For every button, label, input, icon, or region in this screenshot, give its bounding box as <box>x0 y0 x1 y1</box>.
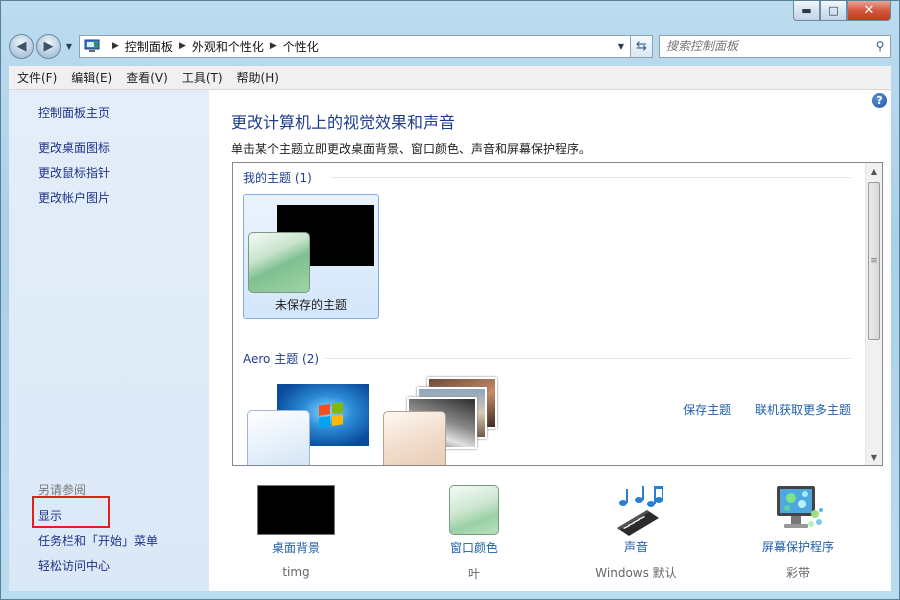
window-color-link[interactable]: 窗口颜色 <box>399 539 549 556</box>
sidebar-item-mouse-pointers[interactable]: 更改鼠标指针 <box>38 164 110 181</box>
sounds-link[interactable]: 声音 <box>561 538 711 555</box>
forward-button[interactable]: ▶ <box>36 33 61 59</box>
windows-logo-icon <box>319 402 343 428</box>
theme-settings-bar: 桌面背景 timg 窗口颜色 叶 声音 Windows 默认 屏幕保护程序 彩带 <box>231 480 881 582</box>
menu-view[interactable]: 查看(V) <box>126 69 168 86</box>
maximize-button[interactable]: □ <box>820 1 847 21</box>
sidebar-item-desktop-icons[interactable]: 更改桌面图标 <box>38 139 110 156</box>
window-color-setting[interactable]: 窗口颜色 叶 <box>399 485 549 582</box>
theme-tile-landscapes[interactable] <box>383 377 509 465</box>
theme-label-unsaved: 未保存的主题 <box>274 298 347 312</box>
forward-arrow-icon: ▶ <box>43 38 54 54</box>
page-subtitle: 单击某个主题立即更改桌面背景、窗口颜色、声音和屏幕保护程序。 <box>231 142 592 156</box>
menu-file[interactable]: 文件(F) <box>17 69 57 86</box>
window-color-value: 叶 <box>467 567 480 581</box>
menu-edit[interactable]: 编辑(E) <box>71 69 112 86</box>
control-panel-icon <box>84 39 100 52</box>
desktop-background-link[interactable]: 桌面背景 <box>221 539 371 556</box>
breadcrumb-separator[interactable]: ▶ <box>179 41 186 51</box>
theme-list[interactable]: 我的主题 (1) 未保存的主题 保存主题 联机获取更多主题 Aero 主题 (2… <box>232 162 883 466</box>
scrollbar-thumb[interactable]: ≡ <box>868 182 880 340</box>
save-theme-link[interactable]: 保存主题 <box>683 403 731 417</box>
screen-saver-link[interactable]: 屏幕保护程序 <box>723 538 873 555</box>
sounds-icon <box>609 484 663 536</box>
sounds-value: Windows 默认 <box>595 566 677 580</box>
group-divider <box>325 358 851 359</box>
desktop-background-value: timg <box>282 565 310 579</box>
desktop-background-setting[interactable]: 桌面背景 timg <box>221 485 371 579</box>
get-more-themes-link[interactable]: 联机获取更多主题 <box>755 403 851 417</box>
refresh-icon: ⇆ <box>636 38 647 54</box>
group-divider <box>331 177 851 178</box>
my-themes-header: 我的主题 (1) <box>243 171 312 185</box>
menu-bar: 文件(F) 编辑(E) 查看(V) 工具(T) 帮助(H) <box>9 66 891 90</box>
desktop-background-thumb <box>257 485 335 535</box>
theme-list-scrollbar[interactable]: ▲ ≡ ▼ <box>865 163 882 465</box>
scroll-up-icon[interactable]: ▲ <box>866 163 882 179</box>
refresh-button[interactable]: ⇆ <box>631 34 653 58</box>
minimize-button[interactable]: ▬ <box>793 1 820 21</box>
page-title: 更改计算机上的视觉效果和声音 <box>231 113 456 132</box>
sounds-setting[interactable]: 声音 Windows 默认 <box>561 484 711 581</box>
breadcrumb-separator[interactable]: ▶ <box>270 41 277 51</box>
window-color-thumb <box>449 485 499 535</box>
aero-themes-header: Aero 主题 (2) <box>243 352 320 366</box>
theme-preview-window-color <box>248 232 310 293</box>
sidebar: 控制面板主页 更改桌面图标 更改鼠标指针 更改帐户图片 另请参阅 显示 任务栏和… <box>9 90 209 591</box>
back-button[interactable]: ◀ <box>9 33 34 59</box>
theme-preview-window-color <box>247 410 310 465</box>
theme-links: 保存主题 联机获取更多主题 <box>663 401 851 418</box>
address-row: ◀ ▶ ▼ ▶ 控制面板 ▶ 外观和个性化 ▶ 个性化 ▼ ⇆ ⚲ <box>9 33 891 59</box>
scroll-down-icon[interactable]: ▼ <box>866 449 882 465</box>
theme-tile-unsaved[interactable]: 未保存的主题 <box>243 194 379 319</box>
sidebar-item-taskbar-start-menu[interactable]: 任务栏和「开始」菜单 <box>38 532 158 549</box>
address-bar[interactable]: ▶ 控制面板 ▶ 外观和个性化 ▶ 个性化 ▼ <box>79 34 631 58</box>
caption-buttons: ▬ □ ✕ <box>793 1 891 21</box>
help-icon[interactable]: ? <box>872 93 887 108</box>
breadcrumb-control-panel[interactable]: 控制面板 <box>125 38 173 55</box>
breadcrumb-separator: ▶ <box>112 41 119 51</box>
search-box[interactable]: ⚲ <box>659 34 891 58</box>
chevron-down-icon: ▼ <box>65 41 73 51</box>
menu-help[interactable]: 帮助(H) <box>237 69 279 86</box>
search-input[interactable] <box>666 39 870 53</box>
theme-preview-window-color <box>383 411 446 465</box>
theme-tile-windows7[interactable] <box>247 384 373 465</box>
breadcrumb-personalization[interactable]: 个性化 <box>283 38 319 55</box>
back-arrow-icon: ◀ <box>16 38 27 54</box>
display-highlight-box <box>32 496 110 528</box>
close-button[interactable]: ✕ <box>847 1 891 21</box>
main-content: ? 更改计算机上的视觉效果和声音 单击某个主题立即更改桌面背景、窗口颜色、声音和… <box>209 90 891 591</box>
screen-saver-value: 彩带 <box>785 566 810 580</box>
sidebar-item-ease-of-access[interactable]: 轻松访问中心 <box>38 557 110 574</box>
recent-pages-dropdown[interactable]: ▼ <box>63 36 75 56</box>
address-dropdown-icon[interactable]: ▼ <box>612 42 630 51</box>
screen-saver-icon <box>771 484 825 536</box>
sidebar-item-control-panel-home[interactable]: 控制面板主页 <box>38 104 110 121</box>
breadcrumb-appearance[interactable]: 外观和个性化 <box>192 38 264 55</box>
screen-saver-setting[interactable]: 屏幕保护程序 彩带 <box>723 484 873 581</box>
search-icon[interactable]: ⚲ <box>870 39 890 53</box>
explorer-window: ▬ □ ✕ ◀ ▶ ▼ ▶ 控制面板 ▶ 外观和个性化 ▶ 个性化 ▼ ⇆ ⚲ <box>0 0 900 600</box>
menu-tools[interactable]: 工具(T) <box>182 69 223 86</box>
sidebar-item-account-picture[interactable]: 更改帐户图片 <box>38 189 110 206</box>
